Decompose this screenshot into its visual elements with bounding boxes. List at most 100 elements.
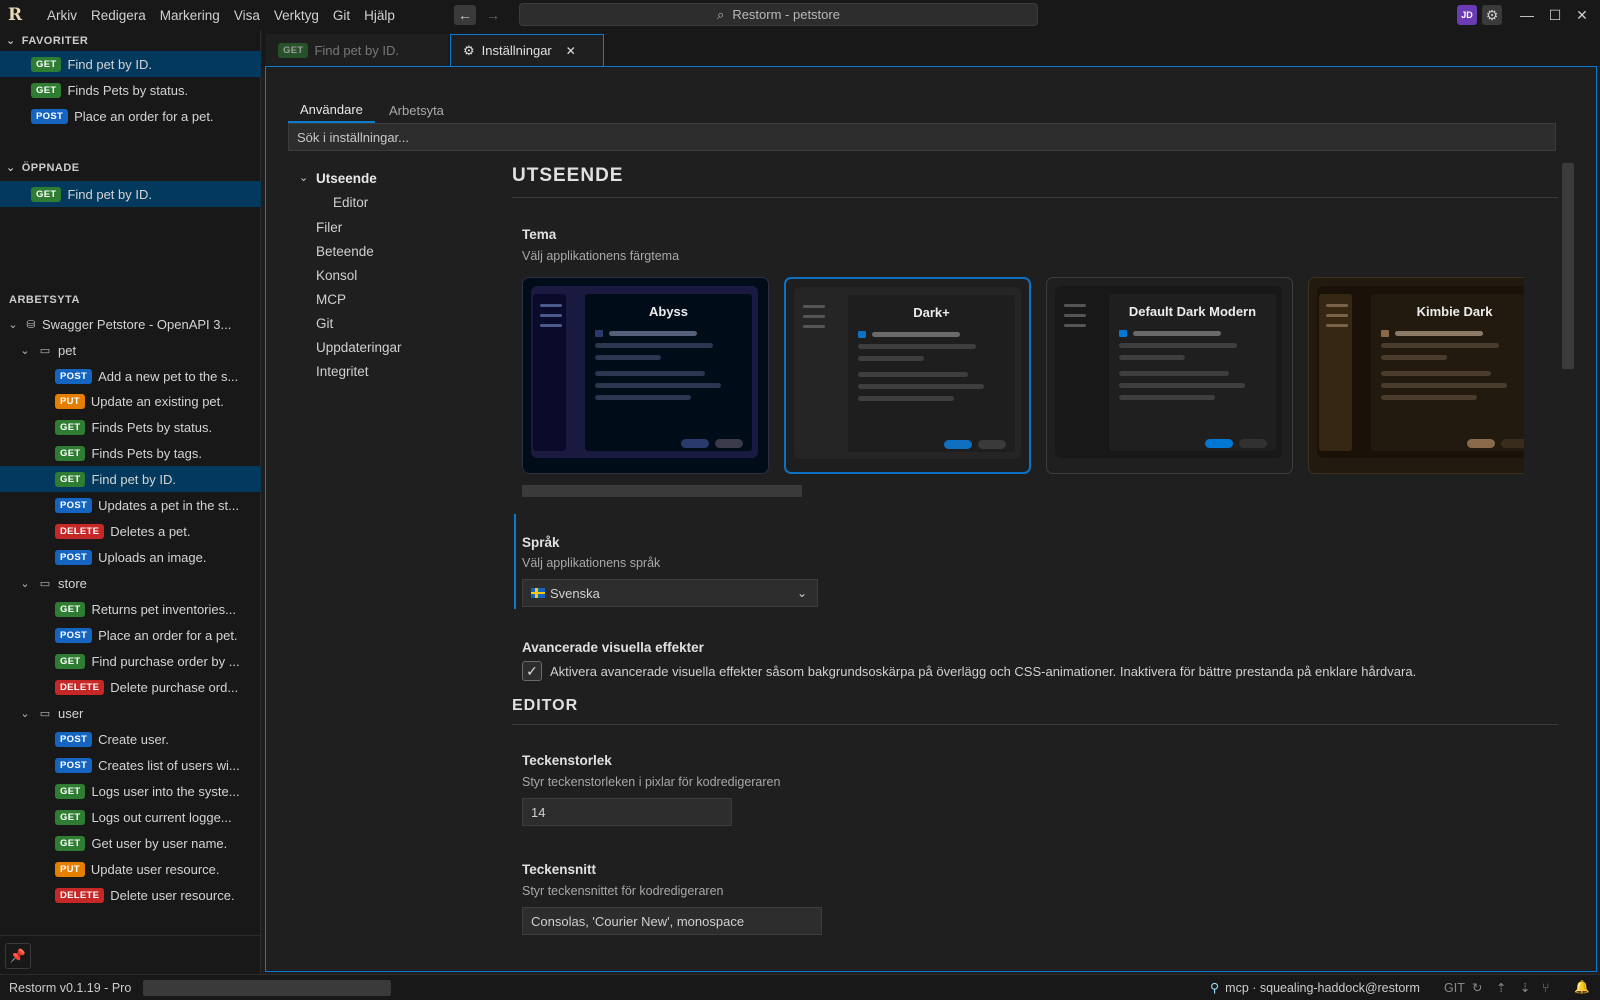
menu-visa[interactable]: Visa — [227, 8, 267, 23]
back-arrow-icon[interactable]: ← — [454, 5, 476, 25]
theme-scrollbar[interactable] — [522, 485, 802, 497]
tree-item[interactable]: POST Updates a pet in the st... — [0, 492, 261, 518]
theme-card-abyss[interactable]: Abyss — [522, 277, 769, 474]
tree-folder-pet[interactable]: ⌄ ▭ pet — [0, 337, 261, 363]
sidebar-favorite-item[interactable]: POST Place an order for a pet. — [0, 103, 261, 129]
nav-behavior[interactable]: Beteende — [316, 244, 374, 259]
theme-card-dark-plus[interactable]: Dark+ — [784, 277, 1031, 474]
tree-item[interactable]: POST Create user. — [0, 726, 261, 752]
settings-editor: Användare Arbetsyta Sök i inställningar.… — [265, 66, 1597, 972]
command-search[interactable]: ⌕ Restorm - petstore — [519, 3, 1038, 26]
tree-item[interactable]: DELETE Delete purchase ord... — [0, 674, 261, 700]
tree-item[interactable]: GET Get user by user name. — [0, 830, 261, 856]
tab-find-pet[interactable]: GET Find pet by ID. — [266, 34, 448, 66]
settings-search-input[interactable]: Sök i inställningar... — [288, 123, 1556, 151]
tab-label: Inställningar — [481, 43, 552, 58]
upload-icon[interactable]: ⇡ — [1496, 980, 1506, 995]
tree-project[interactable]: ⌄ ⛁ Swagger Petstore - OpenAPI 3... — [0, 311, 261, 337]
tree-item[interactable]: GET Find pet by ID. — [0, 466, 261, 492]
language-select[interactable]: Svenska ⌄ — [522, 579, 818, 607]
refresh-icon[interactable]: ↻ — [1472, 980, 1482, 995]
pin-icon[interactable]: 📌 — [5, 943, 31, 969]
nav-updates[interactable]: Uppdateringar — [316, 340, 402, 355]
tree-item[interactable]: GET Finds Pets by status. — [0, 414, 261, 440]
menu-git[interactable]: Git — [326, 8, 357, 23]
sidebar-opened-item[interactable]: GET Find pet by ID. — [0, 181, 261, 207]
theme-card-kimbie-dark[interactable]: Kimbie Dark — [1308, 277, 1524, 474]
menu-markering[interactable]: Markering — [153, 8, 227, 23]
method-badge: POST — [55, 627, 93, 643]
tree-item[interactable]: GET Finds Pets by tags. — [0, 440, 261, 466]
folder-icon: ▭ — [39, 707, 51, 720]
effects-checkbox[interactable]: ✓ — [522, 661, 542, 681]
request-label: Update an existing pet. — [90, 393, 224, 409]
request-label: Find pet by ID. — [67, 56, 152, 72]
method-badge: GET — [55, 471, 86, 487]
tree-item[interactable]: GET Logs out current logge... — [0, 804, 261, 830]
bell-icon[interactable]: 🔔 — [1574, 980, 1590, 995]
preview-main: Default Dark Modern — [1109, 294, 1276, 451]
workspace-header[interactable]: ARBETSYTA — [9, 294, 80, 306]
font-input[interactable]: Consolas, 'Courier New', monospace — [522, 907, 822, 935]
opened-header[interactable]: ⌄ ÖPPNADE — [6, 161, 80, 175]
sidebar-favorite-item[interactable]: GET Find pet by ID. — [0, 51, 261, 77]
fontsize-description: Styr teckenstorleken i pixlar för kodred… — [522, 775, 781, 789]
effects-checkbox-label[interactable]: Aktivera avancerade visuella effekter så… — [550, 664, 1416, 679]
nav-console[interactable]: Konsol — [316, 268, 357, 283]
section-heading-appearance: UTSEENDE — [512, 165, 624, 186]
preview-main: Abyss — [585, 294, 752, 451]
chevron-down-icon[interactable]: ⌄ — [299, 171, 308, 184]
tree-item[interactable]: POST Place an order for a pet. — [0, 622, 261, 648]
tree-item[interactable]: POST Creates list of users wi... — [0, 752, 261, 778]
request-label: Logs user into the syste... — [91, 783, 240, 799]
menu-redigera[interactable]: Redigera — [84, 8, 153, 23]
theme-card-default-dark-modern[interactable]: Default Dark Modern — [1046, 277, 1293, 474]
tree-item[interactable]: POST Uploads an image. — [0, 544, 261, 570]
settings-gear-icon[interactable]: ⚙ — [1482, 5, 1502, 25]
avatar[interactable]: JD — [1457, 5, 1477, 25]
method-badge: GET — [55, 445, 86, 461]
tree-item[interactable]: DELETE Deletes a pet. — [0, 518, 261, 544]
chevron-down-icon: ⌄ — [20, 577, 30, 590]
sidebar-favorite-item[interactable]: GET Finds Pets by status. — [0, 77, 261, 103]
tree-item[interactable]: GET Logs user into the syste... — [0, 778, 261, 804]
nav-privacy[interactable]: Integritet — [316, 364, 369, 379]
mcp-status[interactable]: ⚲ mcp · squealing-haddock@restorm — [1210, 980, 1420, 996]
method-badge: POST — [55, 549, 93, 565]
menu-verktyg[interactable]: Verktyg — [267, 8, 326, 23]
chevron-down-icon: ⌄ — [6, 162, 16, 174]
tree-item[interactable]: PUT Update user resource. — [0, 856, 261, 882]
tree-folder-user[interactable]: ⌄ ▭ user — [0, 700, 261, 726]
close-window-icon[interactable]: ✕ — [1560, 0, 1600, 30]
close-tab-icon[interactable]: ✕ — [566, 44, 576, 58]
scrollbar-thumb[interactable] — [1562, 163, 1574, 369]
tab-workspace-settings[interactable]: Arbetsyta — [377, 97, 456, 123]
nav-files[interactable]: Filer — [316, 220, 342, 235]
tab-settings[interactable]: ⚙ Inställningar ✕ — [450, 34, 604, 66]
branch-icon[interactable]: ⑂ — [1542, 981, 1550, 995]
nav-editor[interactable]: Editor — [333, 195, 368, 210]
modified-indicator — [514, 514, 516, 609]
command-search-text: Restorm - petstore — [732, 7, 840, 22]
theme-name: Dark+ — [913, 305, 950, 320]
menu-arkiv[interactable]: Arkiv — [40, 8, 84, 23]
fontsize-input[interactable]: 14 — [522, 798, 732, 826]
nav-mcp[interactable]: MCP — [316, 292, 346, 307]
favorites-header[interactable]: ⌄ FAVORITER — [6, 34, 88, 48]
tree-item[interactable]: GET Find purchase order by ... — [0, 648, 261, 674]
preview-sidebar — [796, 295, 829, 452]
tree-item[interactable]: GET Returns pet inventories... — [0, 596, 261, 622]
tree-item[interactable]: POST Add a new pet to the s... — [0, 363, 261, 389]
nav-appearance[interactable]: Utseende — [316, 171, 377, 186]
download-icon[interactable]: ⇣ — [1520, 980, 1530, 995]
menu-hjalp[interactable]: Hjälp — [357, 8, 402, 23]
method-badge: DELETE — [55, 523, 105, 539]
tab-user-settings[interactable]: Användare — [288, 97, 375, 123]
tree-item[interactable]: PUT Update an existing pet. — [0, 388, 261, 414]
tree-item[interactable]: DELETE Delete user resource. — [0, 882, 261, 908]
forward-arrow-icon[interactable]: → — [482, 5, 504, 25]
nav-git[interactable]: Git — [316, 316, 333, 331]
font-description: Styr teckensnittet för kodredigeraren — [522, 884, 724, 898]
tree-folder-store[interactable]: ⌄ ▭ store — [0, 570, 261, 596]
preview-sidebar — [533, 294, 566, 451]
